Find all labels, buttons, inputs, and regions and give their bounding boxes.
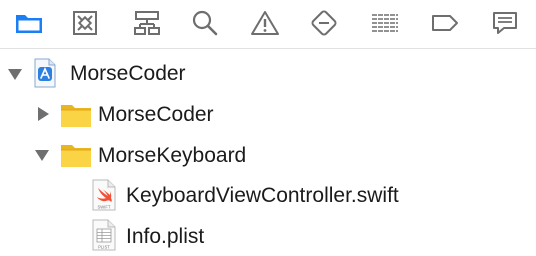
tab-source-control-navigator[interactable] (66, 6, 104, 40)
plist-file-icon: PLIST (92, 219, 116, 251)
speech-bubble-icon (490, 9, 520, 37)
hierarchy-icon (132, 9, 162, 37)
project-navigator-panel: MorseCoder MorseCoder MorseKeyboard SWIF… (0, 0, 536, 256)
tree-row-file-plist[interactable]: PLIST Info.plist (0, 216, 536, 256)
file-label: Info.plist (126, 225, 205, 248)
group-label: MorseKeyboard (98, 144, 247, 167)
tab-report-navigator[interactable] (486, 6, 524, 40)
swift-file-icon: SWIFT (92, 179, 116, 211)
tag-icon (430, 10, 460, 36)
folder-icon (60, 102, 92, 128)
folder-icon (14, 10, 44, 36)
lines-icon (370, 10, 400, 36)
file-label: KeyboardViewController.swift (126, 184, 399, 207)
tab-issue-navigator[interactable] (246, 6, 284, 40)
disclosure-expanded-icon[interactable] (33, 146, 51, 164)
tab-debug-navigator[interactable] (366, 6, 404, 40)
warning-triangle-icon (250, 9, 280, 37)
tree-row-project[interactable]: MorseCoder (0, 54, 536, 94)
tree-row-group-morsecoder[interactable]: MorseCoder (0, 94, 536, 134)
boxed-x-icon (71, 9, 99, 37)
navigator-toolbar (0, 0, 536, 48)
toolbar-divider (0, 48, 536, 49)
svg-text:PLIST: PLIST (98, 245, 110, 250)
disclosure-expanded-icon[interactable] (6, 65, 24, 83)
disclosure-collapsed-icon[interactable] (34, 105, 52, 123)
tree-row-group-morsekeyboard[interactable]: MorseKeyboard (0, 135, 536, 175)
tab-test-navigator[interactable] (305, 6, 343, 40)
diamond-minus-icon (309, 8, 339, 38)
magnifier-icon (191, 9, 219, 37)
xcode-project-icon (33, 58, 57, 88)
tab-find-navigator[interactable] (186, 6, 224, 40)
project-label: MorseCoder (70, 62, 186, 85)
tab-breakpoint-navigator[interactable] (426, 6, 464, 40)
svg-text:SWIFT: SWIFT (97, 205, 110, 210)
tree-row-file-swift[interactable]: SWIFT KeyboardViewController.swift (0, 175, 536, 215)
folder-icon (60, 142, 92, 168)
group-label: MorseCoder (98, 103, 214, 126)
tab-symbol-navigator[interactable] (128, 6, 166, 40)
tab-project-navigator[interactable] (10, 6, 48, 40)
